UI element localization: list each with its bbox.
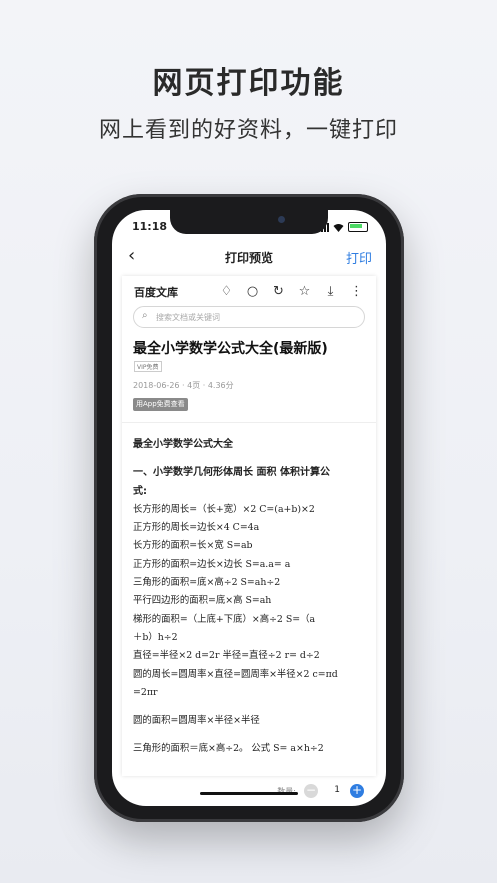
camera-icon xyxy=(278,216,285,223)
body-line: 圆的面积=圆周率×半径×半径 xyxy=(133,715,260,727)
body-line: 一、小学数学几何形体周长 面积 体积计算公 xyxy=(133,467,330,479)
decrease-button[interactable]: − xyxy=(304,784,318,798)
download-icon[interactable]: ⤓ xyxy=(323,284,338,300)
document-title: 最全小学数学公式大全(最新版) xyxy=(133,341,328,357)
body-line: 梯形的面积=（上底+下底）×高÷2 S=（a xyxy=(133,613,316,625)
page-title: 打印预览 xyxy=(224,251,273,265)
star-icon[interactable]: ☆ xyxy=(297,284,312,300)
divider xyxy=(122,422,376,423)
body-line: 最全小学数学公式大全 xyxy=(133,439,233,450)
home-indicator xyxy=(200,792,298,795)
diamond-icon[interactable]: ♢ xyxy=(219,284,234,300)
more-icon[interactable]: ⋮ xyxy=(349,284,364,300)
print-button[interactable]: 打印 xyxy=(346,248,372,267)
battery-icon xyxy=(348,222,368,232)
open-app-button[interactable]: 用App免费查看 xyxy=(133,398,188,411)
navbar: ‹ 打印预览 打印 xyxy=(112,246,386,268)
body-line: =2πr xyxy=(133,686,158,698)
brand-name: 百度文库 xyxy=(134,286,178,299)
body-line: 长方形的面积=长×宽 S=ab xyxy=(133,540,253,552)
search-input[interactable]: ⌕ 搜索文档或关键词 xyxy=(133,306,365,328)
refresh-icon[interactable]: ↻ xyxy=(271,284,286,300)
body-line: 三角形的面积＝底×高÷2。 公式 S= a×h÷2 xyxy=(133,743,324,755)
wifi-icon xyxy=(333,223,344,232)
body-line: 式: xyxy=(133,485,147,497)
document-meta: 2018-06-26 · 4页 · 4.36分 xyxy=(133,381,234,390)
doc-toolbar: 百度文库 ♢ ○ ↻ ☆ ⤓ ⋮ xyxy=(134,284,364,302)
search-placeholder: 搜索文档或关键词 xyxy=(156,313,220,322)
document-body: 最全小学数学公式大全 一、小学数学几何形体周长 面积 体积计算公 式: 长方形的… xyxy=(133,436,368,759)
search-field-icon: ⌕ xyxy=(142,310,148,321)
body-line: 正方形的面积=边长×边长 S=a.a= a xyxy=(133,558,291,570)
body-line: 长方形的周长=（长+宽）×2 C=(a+b)×2 xyxy=(133,503,315,515)
body-line: ＋b）h÷2 xyxy=(133,631,178,643)
increase-button[interactable]: + xyxy=(350,784,364,798)
phone-screen: 11:18 ‹ 打印预览 打印 百度文库 ♢ ○ ↻ ☆ ⤓ ⋮ ⌕ 搜索文档或… xyxy=(112,210,386,806)
quantity-value: 1 xyxy=(334,785,340,795)
doc-tools: ♢ ○ ↻ ☆ ⤓ ⋮ xyxy=(219,284,364,300)
promo-headline: 网页打印功能 xyxy=(152,66,345,101)
body-line: 圆的周长=圆周率×直径=圆周率×半径×2 c=πd xyxy=(133,668,338,680)
body-line: 正方形的周长=边长×4 C=4a xyxy=(133,522,260,534)
status-time: 11:18 xyxy=(132,220,168,233)
search-icon[interactable]: ○ xyxy=(245,284,260,300)
vip-badge: VIP免费 xyxy=(134,361,162,372)
print-preview-card: 百度文库 ♢ ○ ↻ ☆ ⤓ ⋮ ⌕ 搜索文档或关键词 最全小学数学公式大全(最… xyxy=(122,276,376,776)
body-line: 直径=半径×2 d=2r 半径=直径÷2 r= d÷2 xyxy=(133,650,320,662)
phone-notch xyxy=(170,210,328,234)
promo-subline: 网上看到的好资料，一键打印 xyxy=(98,118,398,143)
body-line: 三角形的面积=底×高÷2 S=ah÷2 xyxy=(133,577,281,589)
body-line: 平行四边形的面积=底×高 S=ah xyxy=(133,595,272,607)
